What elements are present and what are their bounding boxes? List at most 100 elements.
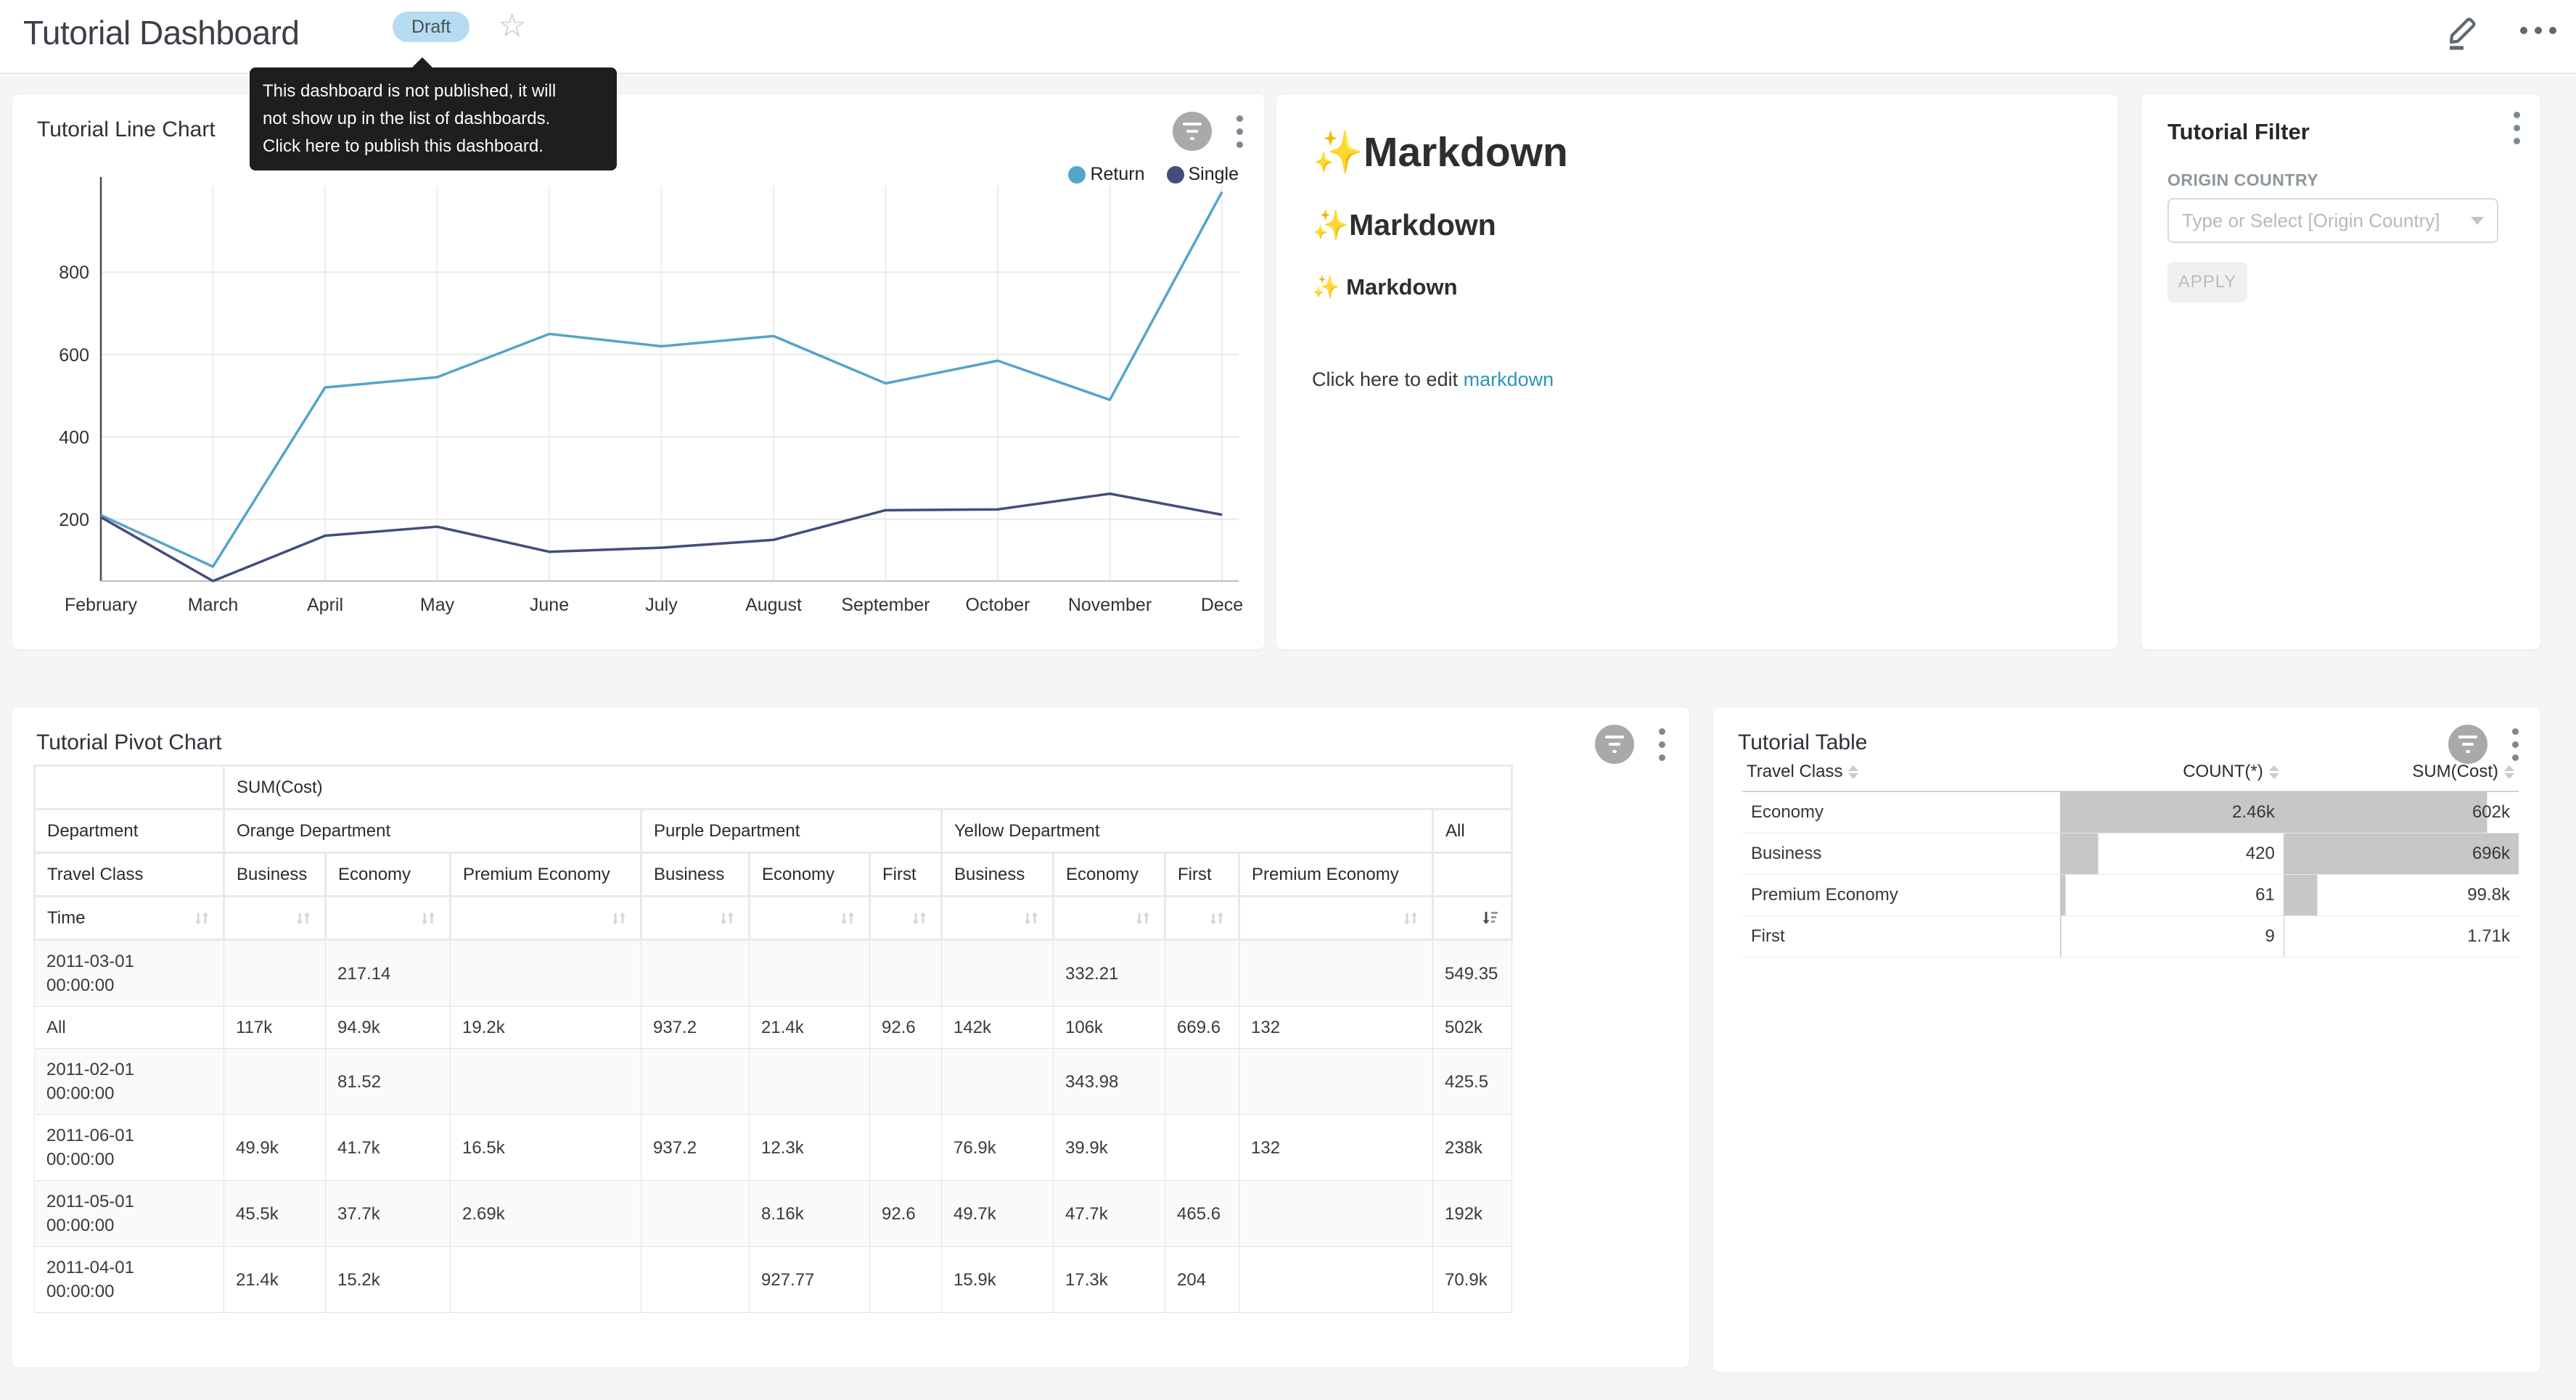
pivot-value-cell [641, 940, 750, 1007]
cell-travel-class: Business [1742, 833, 2060, 875]
pivot-value-cell: 106k [1054, 1007, 1165, 1049]
dashboard-page: Tutorial Dashboard Draft ☆ This dashboar… [0, 0, 2576, 1400]
origin-country-select[interactable]: Type or Select [Origin Country] [2167, 198, 2498, 243]
sort-icon[interactable] [1054, 897, 1165, 940]
pivot-value-cell [451, 1049, 641, 1115]
pivot-data-row: 2011-05-0100:00:0045.5k37.7k2.69k8.16k92… [35, 1181, 1512, 1247]
col-travel-class[interactable]: Travel Class [1742, 753, 2060, 791]
origin-country-label: ORIGIN COUNTRY [2167, 170, 2318, 190]
pivot-value-cell: 204 [1165, 1247, 1239, 1313]
sort-icon[interactable] [750, 897, 870, 940]
pivot-value-cell: 12.3k [750, 1115, 870, 1181]
pivot-class-header: Premium Economy [451, 853, 641, 897]
apply-button[interactable]: APPLY [2167, 262, 2247, 302]
y-axis-tick-label: 800 [59, 263, 89, 283]
pivot-value-cell: 343.98 [1054, 1049, 1165, 1115]
chart-menu-kebab-icon[interactable] [1659, 728, 1665, 761]
pivot-class-row: Travel ClassBusinessEconomyPremium Econo… [35, 853, 1512, 897]
sort-icon[interactable] [1165, 897, 1239, 940]
sort-icon[interactable] [326, 897, 451, 940]
pivot-value-cell: 92.6 [870, 1181, 942, 1247]
pivot-row-time: 2011-04-0100:00:00 [35, 1247, 224, 1313]
tutorial-table[interactable]: Travel Class COUNT(*) SUM(Cost) Economy2… [1742, 753, 2519, 958]
more-actions-icon[interactable] [2518, 22, 2559, 42]
pivot-class-header: Economy [326, 853, 451, 897]
sparkles-icon: ✨ [1312, 208, 1349, 242]
pivot-value-cell [942, 940, 1054, 1007]
pivot-value-cell: 238k [1433, 1115, 1512, 1181]
markdown-h1: ✨Markdown [1312, 128, 2089, 176]
col-count[interactable]: COUNT(*) [2060, 753, 2284, 791]
pivot-class-header: First [1165, 853, 1239, 897]
table-card-title: Tutorial Table [1738, 730, 1867, 755]
cell-sum-cost: 602k [2284, 791, 2519, 833]
favorite-star-icon[interactable]: ☆ [498, 7, 526, 44]
tooltip-line: This dashboard is not published, it will [263, 78, 604, 105]
sort-icon[interactable] [2269, 765, 2279, 779]
table-row[interactable]: Business420696k [1742, 833, 2519, 875]
pivot-metric-row: SUM(Cost) [35, 766, 1512, 810]
pivot-value-cell [641, 1181, 750, 1247]
pivot-class-header: Premium Economy [1239, 853, 1433, 897]
pivot-value-cell: 70.9k [1433, 1247, 1512, 1313]
sort-icon[interactable] [1848, 765, 1858, 779]
filter-menu-kebab-icon[interactable] [2514, 112, 2520, 144]
pivot-value-cell: 669.6 [1165, 1007, 1239, 1049]
pivot-value-cell: 132 [1239, 1115, 1433, 1181]
sort-icon[interactable] [641, 897, 750, 940]
pivot-value-cell [1239, 1181, 1433, 1247]
markdown-edit-link[interactable]: markdown [1464, 368, 1554, 390]
markdown-paragraph: Click here to edit markdown [1312, 368, 2089, 391]
sort-icon[interactable] [1239, 897, 1433, 940]
pivot-class-header [1433, 853, 1512, 897]
sort-icon[interactable] [451, 897, 641, 940]
pivot-time-header[interactable]: Time [35, 897, 224, 940]
table-row[interactable]: First91.71k [1742, 916, 2519, 958]
cell-count: 420 [2060, 833, 2284, 875]
pivot-metric-label: SUM(Cost) [224, 766, 1512, 810]
pivot-value-cell: 15.9k [942, 1247, 1054, 1313]
sort-icon[interactable] [942, 897, 1054, 940]
pivot-value-cell [224, 1049, 326, 1115]
markdown-h3: ✨ Markdown [1312, 273, 2089, 300]
sort-icon[interactable] [2504, 765, 2514, 779]
pivot-value-cell [750, 1049, 870, 1115]
pivot-value-cell [641, 1247, 750, 1313]
markdown-card[interactable]: ✨Markdown ✨Markdown ✨ Markdown Click her… [1276, 94, 2119, 650]
pivot-value-cell: 937.2 [641, 1007, 750, 1049]
cell-count: 9 [2060, 916, 2284, 958]
sort-desc-active-icon[interactable] [1433, 897, 1512, 940]
pivot-row-time: 2011-05-0100:00:00 [35, 1181, 224, 1247]
pivot-group-header: Orange Department [224, 810, 641, 853]
pivot-value-cell [1239, 940, 1433, 1007]
table-row[interactable]: Premium Economy6199.8k [1742, 875, 2519, 916]
pivot-value-cell: 142k [942, 1007, 1054, 1049]
pivot-value-cell: 8.16k [750, 1181, 870, 1247]
col-sum-cost[interactable]: SUM(Cost) [2284, 753, 2519, 791]
pivot-value-cell: 192k [1433, 1181, 1512, 1247]
pivot-chart-card: Tutorial Pivot Chart SUM(Cost)Department… [11, 707, 1690, 1368]
pivot-class-header: Business [942, 853, 1054, 897]
table-row[interactable]: Economy2.46k602k [1742, 791, 2519, 833]
sort-icon[interactable] [224, 897, 326, 940]
edit-dashboard-icon[interactable] [2442, 10, 2480, 54]
pivot-row-time: 2011-02-0100:00:00 [35, 1049, 224, 1115]
pivot-table[interactable]: SUM(Cost)DepartmentOrange DepartmentPurp… [33, 765, 1513, 1313]
y-axis-tick-label: 400 [59, 427, 89, 448]
cell-count: 2.46k [2060, 791, 2284, 833]
line-chart-card: Tutorial Line Chart ReturnSingle 2004006… [12, 94, 1266, 650]
pivot-value-cell [1165, 1049, 1239, 1115]
pivot-class-header: Economy [750, 853, 870, 897]
x-axis-tick-label: Dece [1201, 595, 1243, 615]
pivot-value-cell: 217.14 [326, 940, 451, 1007]
sparkles-icon: ✨ [1312, 274, 1340, 300]
pivot-value-cell: 45.5k [224, 1181, 326, 1247]
pivot-blank-cell [35, 766, 224, 810]
tooltip-line: not show up in the list of dashboards. [263, 105, 604, 133]
line-chart-plot[interactable]: 200400600800FebruaryMarchAprilMayJuneJul… [12, 94, 1265, 649]
draft-status-badge[interactable]: Draft [393, 12, 469, 42]
table-header-row: Travel Class COUNT(*) SUM(Cost) [1742, 753, 2519, 791]
chevron-down-icon [2471, 217, 2484, 225]
cross-filter-icon[interactable] [1595, 725, 1634, 764]
sort-icon[interactable] [870, 897, 942, 940]
